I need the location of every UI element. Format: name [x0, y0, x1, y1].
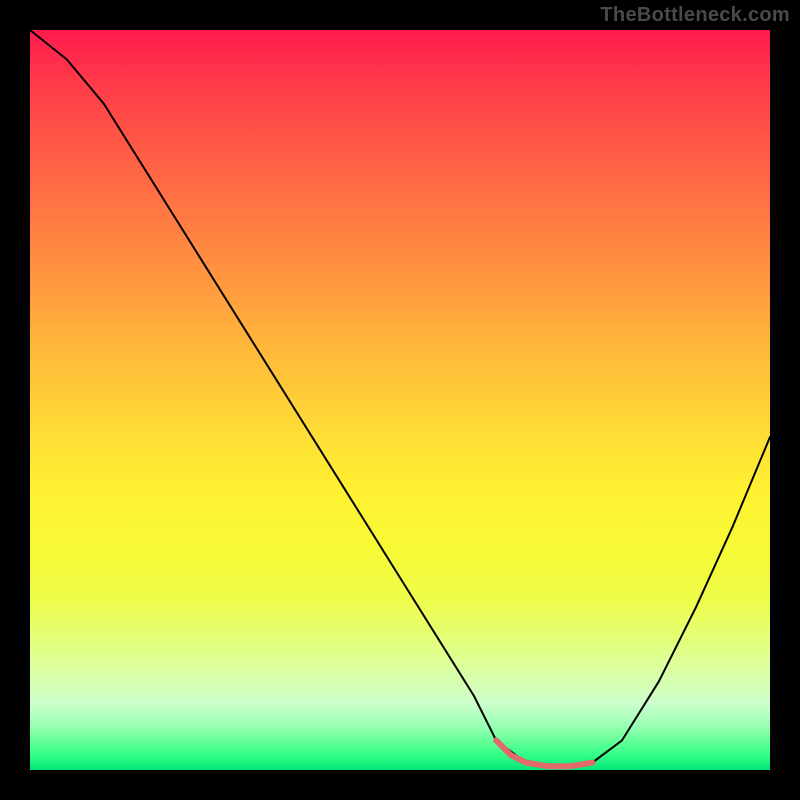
chart-plot-area — [30, 30, 770, 770]
chart-svg — [30, 30, 770, 770]
watermark-text: TheBottleneck.com — [600, 4, 790, 27]
chart-frame: TheBottleneck.com — [0, 0, 800, 800]
bottleneck-curve-line — [30, 30, 770, 766]
valley-highlight-line — [496, 740, 592, 766]
